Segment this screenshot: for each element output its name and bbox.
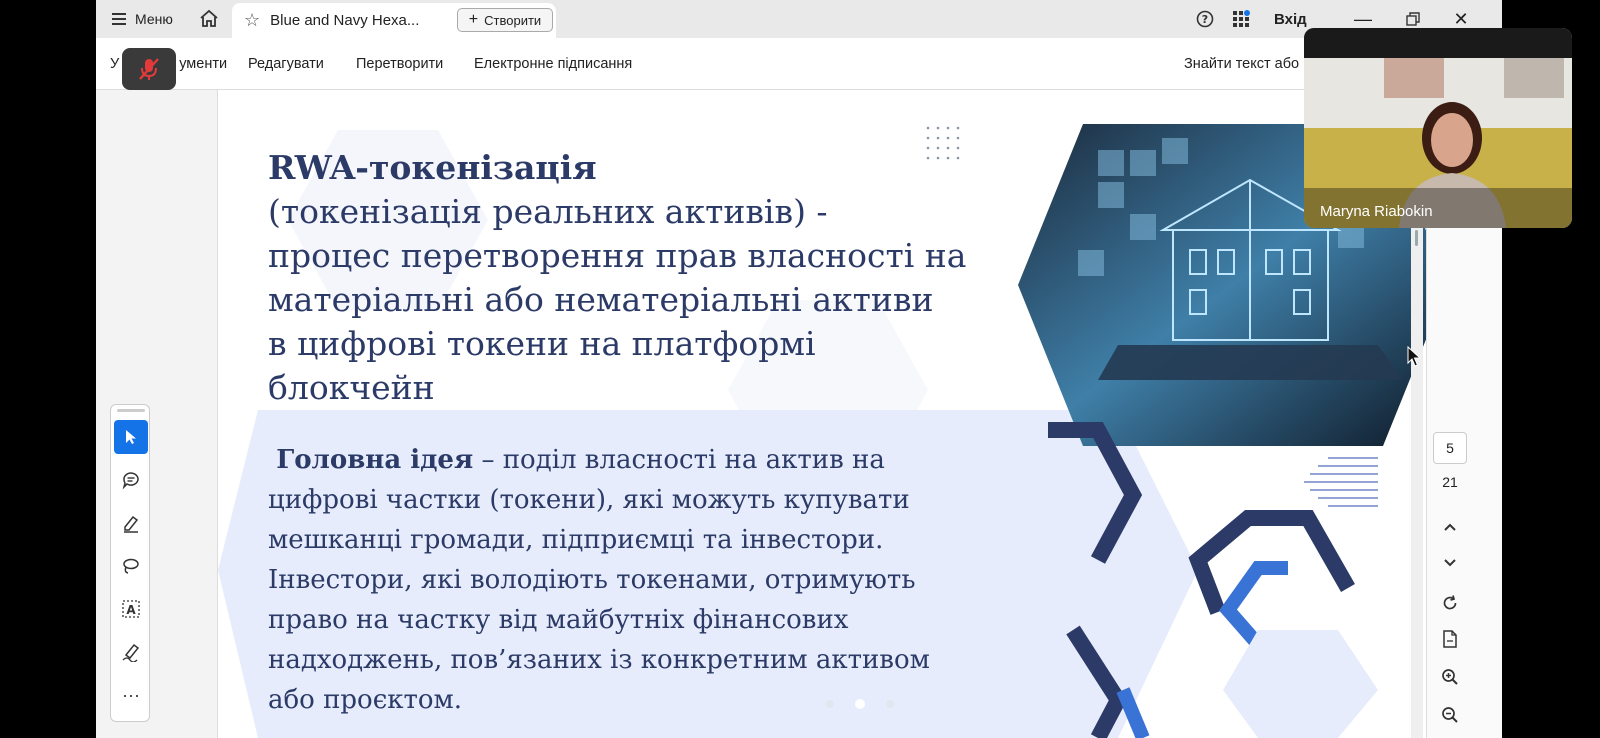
idea-line: цифрові частки (токени), які можуть купу…	[268, 485, 910, 515]
apps-button[interactable]	[1230, 0, 1252, 38]
idea-label: Головна ідея	[276, 445, 474, 475]
current-page-input[interactable]: 5	[1433, 432, 1467, 464]
document-canvas[interactable]: RWA-токенізація (токенізація реальних ак…	[218, 90, 1468, 738]
chevron-down-icon	[1444, 559, 1456, 567]
pdf-page: RWA-токенізація (токенізація реальних ак…	[218, 90, 1468, 738]
heading-line: в цифрові токени на платформі	[268, 324, 816, 363]
total-pages-label: 21	[1442, 474, 1458, 490]
close-icon: ✕	[1453, 8, 1469, 29]
refresh-icon	[1443, 595, 1457, 610]
video-participant-tile[interactable]: Maryna Riabokin	[1304, 28, 1572, 228]
heading-title: RWA-токенізація	[268, 148, 597, 187]
idea-first-line: Головна ідея – поділ власності на актив …	[268, 440, 1068, 480]
idea-line: право на частку від майбутніх фінансових	[268, 605, 849, 635]
plus-icon: +	[468, 11, 479, 28]
rotate-button[interactable]	[1432, 588, 1468, 618]
idea-line: надходжень, пов’язаних із конкретним акт…	[268, 645, 930, 675]
comment-icon	[122, 472, 139, 490]
more-dots-icon: ···	[122, 684, 140, 705]
heading-line: блокчейн	[268, 368, 435, 407]
idea-line: мешканці громади, підприємці та інвестор…	[268, 525, 884, 555]
convert-menu[interactable]: Перетворити	[356, 38, 443, 90]
esign-menu[interactable]: Електронне підписання	[474, 38, 632, 90]
main-idea-text: Головна ідея – поділ власності на актив …	[268, 440, 1068, 720]
next-page-button[interactable]	[1432, 548, 1468, 578]
cursor-arrow-icon	[126, 430, 136, 444]
sign-tool-button[interactable]	[114, 635, 148, 669]
heading-line: (токенізація реальних активів) -	[268, 192, 828, 231]
pen-highlight-icon	[124, 515, 139, 533]
help-button[interactable]: ?	[1195, 0, 1215, 38]
svg-text:?: ?	[1202, 13, 1208, 26]
draw-tool-button[interactable]	[114, 549, 148, 583]
highlight-tool-button[interactable]	[114, 506, 148, 540]
star-icon[interactable]: ☆	[244, 10, 260, 31]
page-document-icon	[1443, 630, 1457, 648]
create-button[interactable]: + Створити	[457, 8, 553, 32]
title-bar: Меню ☆ Blue and Navy Hexa... ✕ + Створит…	[96, 0, 1502, 38]
mic-off-icon	[139, 58, 159, 80]
scrollbar-thumb[interactable]	[1415, 230, 1418, 246]
edit-menu[interactable]: Редагувати	[248, 38, 324, 90]
mouse-cursor-icon	[1407, 346, 1422, 367]
comment-tool-button[interactable]	[114, 463, 148, 497]
zoom-in-icon	[1442, 669, 1458, 685]
menu-button[interactable]: Меню	[112, 0, 173, 38]
apps-grid-icon	[1233, 10, 1250, 27]
hamburger-icon	[112, 13, 126, 25]
heading-line: процес перетворення прав власності на	[268, 236, 967, 275]
extract-page-button[interactable]	[1432, 624, 1468, 654]
zoom-in-button[interactable]	[1432, 662, 1468, 692]
select-tool-button[interactable]	[114, 420, 148, 454]
idea-line: Інвестори, які володіють токенами, отрим…	[268, 565, 916, 595]
left-panel: A ···	[96, 90, 218, 738]
slide-heading: RWA-токенізація (токенізація реальних ак…	[268, 146, 988, 410]
help-icon: ?	[1196, 10, 1214, 28]
restore-icon	[1406, 12, 1420, 26]
home-button[interactable]	[196, 0, 222, 38]
home-icon	[200, 9, 218, 27]
mic-muted-badge	[122, 48, 176, 90]
create-label: Створити	[484, 12, 542, 28]
all-tools-label: ументи	[179, 56, 228, 72]
quick-tools-palette: A ···	[110, 404, 150, 722]
previous-page-button[interactable]	[1432, 512, 1468, 542]
menu-label: Меню	[135, 11, 173, 27]
text-box-icon: A	[122, 600, 140, 618]
lasso-draw-icon	[123, 558, 139, 574]
text-box-tool-button[interactable]: A	[114, 592, 148, 626]
idea-first-text: – поділ власності на актив на	[473, 445, 885, 475]
chevron-up-icon	[1444, 523, 1456, 531]
signin-button[interactable]: Вхід	[1274, 0, 1307, 38]
heading-line: матеріальні або нематеріальні активи	[268, 280, 934, 319]
pdf-viewer-window: Меню ☆ Blue and Navy Hexa... ✕ + Створит…	[96, 0, 1502, 738]
palette-grip[interactable]	[117, 409, 145, 412]
sign-pen-icon	[122, 643, 140, 662]
zoom-out-icon	[1442, 707, 1458, 723]
more-tools-button[interactable]: ···	[114, 678, 148, 712]
zoom-out-button[interactable]	[1432, 700, 1468, 730]
participant-name-label: Maryna Riabokin	[1320, 203, 1433, 220]
minimize-icon: —	[1354, 8, 1372, 29]
idea-line: або проєктом.	[268, 685, 463, 715]
participant-video-feed	[1304, 28, 1572, 228]
svg-text:A: A	[126, 603, 136, 617]
